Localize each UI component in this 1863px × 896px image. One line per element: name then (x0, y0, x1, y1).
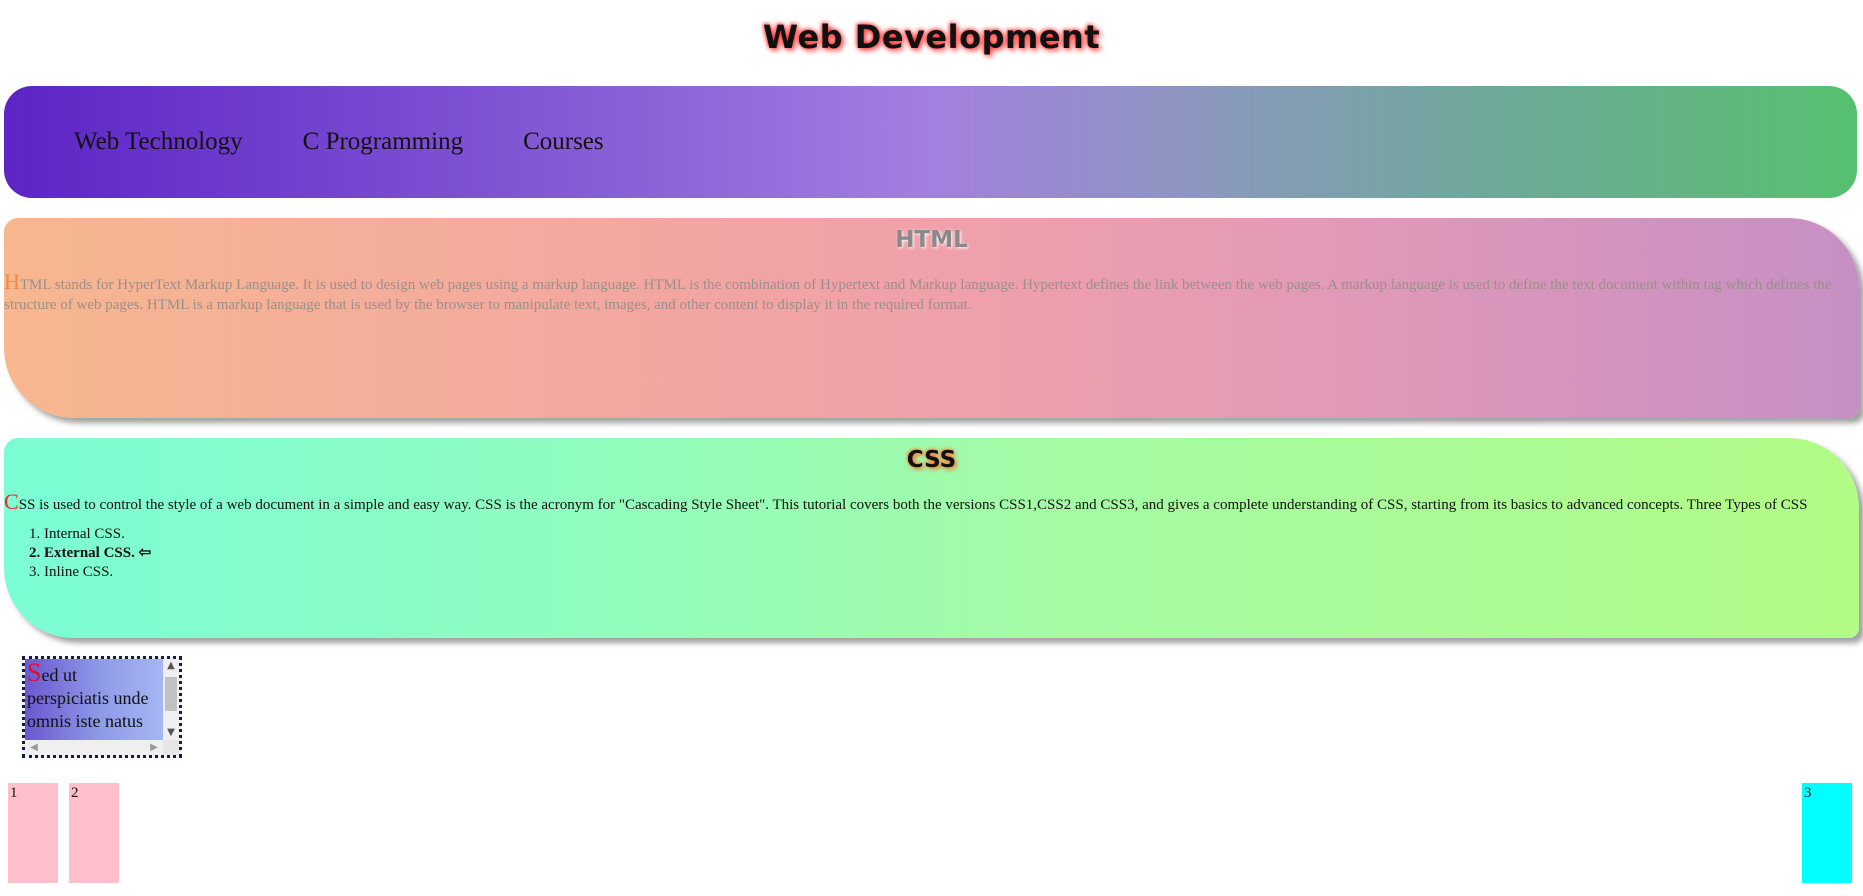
scroll-right-icon[interactable]: ▶ (147, 740, 161, 755)
list-item-internal-css: Internal CSS. (44, 525, 1859, 544)
nav-link-web-technology[interactable]: Web Technology (74, 128, 243, 156)
vertical-scroll-thumb[interactable] (165, 677, 177, 711)
horizontal-scrollbar[interactable]: ◀ ▶ (25, 740, 163, 755)
html-section-text: HTML stands for HyperText Markup Languag… (4, 269, 1859, 315)
css-types-list: Internal CSS. External CSS. ⇦ Inline CSS… (4, 525, 1859, 582)
scroll-box[interactable]: Sed ut perspiciatis unde omnis iste natu… (22, 656, 182, 758)
navbar: Web Technology C Programming Courses (4, 86, 1857, 198)
css-section-text: CSS is used to control the style of a we… (4, 489, 1859, 515)
list-item-inline-css: Inline CSS. (44, 563, 1859, 582)
scroll-dropcap: S (27, 659, 42, 687)
float-box-3: 3 (1802, 783, 1852, 883)
float-box-2: 2 (69, 783, 119, 883)
html-paragraph: TML stands for HyperText Markup Language… (4, 277, 1832, 313)
nav-link-courses[interactable]: Courses (523, 128, 604, 156)
nav-link-c-programming[interactable]: C Programming (303, 128, 463, 156)
scroll-up-icon[interactable]: ▲ (163, 659, 179, 673)
html-dropcap: H (4, 269, 20, 294)
css-section: CSS CSS is used to control the style of … (4, 438, 1859, 638)
html-section: HTML HTML stands for HyperText Markup La… (4, 218, 1859, 418)
page: Web Development Web Technology C Program… (0, 0, 1863, 896)
html-section-title: HTML (895, 227, 968, 253)
scroll-down-icon[interactable]: ▼ (163, 726, 179, 740)
css-paragraph: SS is used to control the style of a web… (18, 497, 1808, 513)
list-item-external-css: External CSS. ⇦ (44, 544, 1859, 563)
float-box-1: 1 (8, 783, 58, 883)
scroll-box-text: ed ut perspiciatis unde omnis iste natus (27, 665, 149, 731)
page-title: Web Development (762, 18, 1101, 56)
css-dropcap: C (4, 489, 19, 514)
scrollbar-corner (163, 740, 179, 755)
css-section-title: CSS (906, 447, 957, 473)
scroll-left-icon[interactable]: ◀ (27, 740, 41, 755)
vertical-scrollbar[interactable]: ▲ ▼ (163, 659, 179, 740)
scroll-box-content: Sed ut perspiciatis unde omnis iste natu… (25, 659, 163, 740)
